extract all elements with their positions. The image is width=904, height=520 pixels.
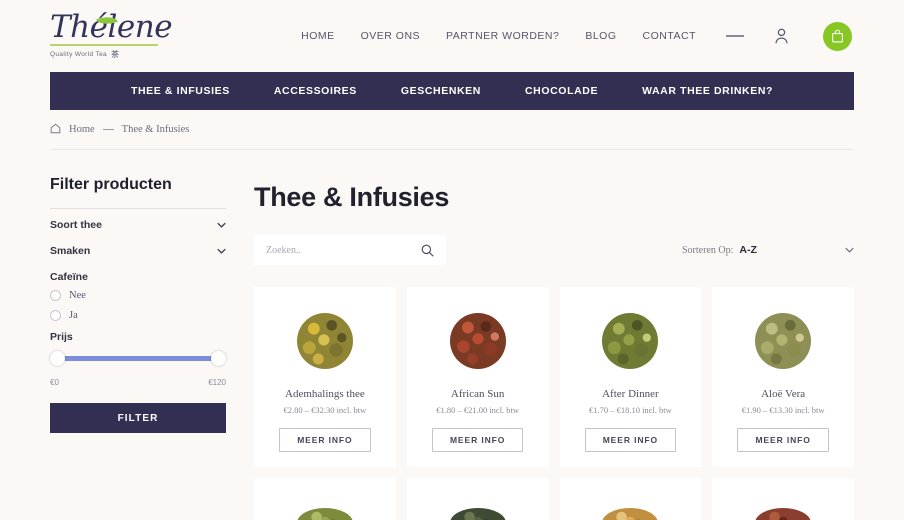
sort-dropdown[interactable]: Sorteren Op: A-Z — [682, 244, 854, 256]
price-slider-handle-max[interactable] — [211, 351, 226, 366]
page-title: Thee & Infusies — [254, 182, 450, 212]
filter-radio-caffeine-nee[interactable]: Nee — [50, 290, 226, 301]
product-more-info-button[interactable]: MEER INFO — [431, 428, 524, 452]
product-card[interactable]: Ademhalings thee €2.80 – €32.30 incl. bt… — [254, 287, 396, 467]
filter-radio-caffeine-nee-label: Nee — [69, 290, 86, 301]
product-listing: Thee & Infusies Sorteren Op: A-Z — [254, 176, 854, 520]
search-icon[interactable] — [421, 244, 434, 257]
listing-toolbar: Sorteren Op: A-Z — [254, 235, 854, 265]
chevron-down-icon — [217, 222, 226, 228]
product-image — [296, 508, 353, 520]
filter-dropdown-smaken[interactable]: Smaken — [50, 235, 226, 261]
top-nav-item-partner-worden[interactable]: PARTNER WORDEN? — [446, 30, 559, 42]
product-more-info-button[interactable]: MEER INFO — [584, 428, 677, 452]
top-nav-item-blog[interactable]: BLOG — [585, 30, 616, 42]
page-root: Thélene Quality World Tea 茶 HOME OVER ON… — [0, 0, 904, 520]
product-name: Aloë Vera — [761, 388, 806, 400]
user-icon[interactable] — [774, 28, 789, 44]
home-icon[interactable] — [50, 123, 61, 137]
category-nav-geschenken[interactable]: GESCHENKEN — [401, 85, 481, 97]
filter-dropdown-soort-thee[interactable]: Soort thee — [50, 209, 226, 235]
breadcrumb-home[interactable]: Home — [69, 124, 95, 135]
breadcrumb-current: Thee & Infusies — [121, 124, 190, 135]
product-price: €1.90 – €13.30 incl. btw — [741, 405, 825, 415]
product-image — [755, 313, 812, 369]
price-slider-handle-min[interactable] — [50, 351, 65, 366]
logo-cjk-char: 茶 — [111, 50, 120, 59]
radio-circle-icon — [50, 290, 61, 301]
product-card[interactable] — [712, 478, 854, 520]
top-nav-item-contact[interactable]: CONTACT — [643, 30, 696, 42]
category-nav-thee-infusies[interactable]: THEE & INFUSIES — [131, 85, 230, 97]
breadcrumb: Home Thee & Infusies — [50, 110, 854, 150]
nav-divider-dash — [726, 35, 744, 37]
filter-price-label: Prijs — [50, 331, 73, 343]
product-more-info-button[interactable]: MEER INFO — [279, 428, 371, 452]
sort-label: Sorteren Op: — [682, 244, 734, 256]
product-more-info-button[interactable]: MEER INFO — [737, 428, 829, 452]
filter-radio-caffeine-ja[interactable]: Ja — [50, 310, 226, 321]
top-nav-item-over-ons[interactable]: OVER ONS — [361, 30, 420, 42]
shopping-bag-icon[interactable] — [823, 21, 852, 51]
price-range-slider[interactable] — [50, 350, 226, 366]
product-image — [755, 508, 812, 520]
site-logo[interactable]: Thélene Quality World Tea 茶 — [50, 12, 173, 60]
logo-tagline: Quality World Tea 茶 — [50, 49, 168, 60]
sort-selected-value: A-Z — [739, 244, 757, 256]
product-image — [449, 508, 506, 520]
product-card[interactable] — [559, 478, 702, 520]
product-card[interactable]: After Dinner €1.70 – €18.10 incl. btw ME… — [559, 287, 702, 467]
product-grid: Ademhalings thee €2.80 – €32.30 incl. bt… — [254, 287, 854, 467]
product-card[interactable]: Aloë Vera €1.90 – €13.30 incl. btw MEER … — [712, 287, 854, 467]
product-card[interactable] — [406, 478, 549, 520]
filter-radio-caffeine-ja-label: Ja — [69, 310, 78, 321]
product-name: Ademhalings thee — [285, 388, 365, 400]
top-nav-item-home[interactable]: HOME — [301, 30, 335, 42]
chevron-down-icon — [217, 248, 226, 254]
product-name: After Dinner — [602, 388, 659, 400]
top-navigation: HOME OVER ONS PARTNER WORDEN? BLOG CONTA… — [301, 21, 852, 51]
logo-tagline-text: Quality World Tea — [50, 51, 108, 58]
product-name: African Sun — [450, 388, 505, 400]
product-image — [296, 313, 353, 369]
product-card[interactable]: African Sun €1.80 – €21.00 incl. btw MEE… — [406, 287, 549, 467]
search-input[interactable] — [266, 244, 421, 256]
product-image — [602, 313, 659, 369]
product-price: €2.80 – €32.30 incl. btw — [283, 405, 367, 415]
chevron-down-icon — [845, 247, 854, 253]
filter-dropdown-soort-thee-label: Soort thee — [50, 219, 102, 231]
product-price: €1.70 – €18.10 incl. btw — [588, 405, 672, 415]
product-image — [602, 508, 659, 520]
category-nav-accessoires[interactable]: ACCESSOIRES — [274, 85, 357, 97]
price-min-label: €0 — [50, 378, 59, 387]
price-max-label: €120 — [208, 378, 226, 387]
product-price: €1.80 – €21.00 incl. btw — [436, 405, 520, 415]
product-card[interactable] — [254, 478, 396, 520]
filter-sidebar-title: Filter producten — [50, 176, 226, 209]
radio-circle-icon — [50, 310, 61, 321]
site-header: Thélene Quality World Tea 茶 HOME OVER ON… — [0, 0, 904, 72]
filter-group-caffeine-label: Cafeïne — [50, 271, 88, 283]
price-slider-track — [58, 356, 218, 361]
content-area: Filter producten Soort thee Smaken Cafeï… — [0, 176, 904, 520]
product-image — [449, 313, 506, 369]
category-navigation: THEE & INFUSIES ACCESSOIRES GESCHENKEN C… — [50, 72, 854, 110]
price-range-labels: €0 €120 — [50, 378, 226, 387]
product-grid-row-2 — [254, 478, 854, 520]
product-search-box[interactable] — [254, 235, 446, 265]
filter-sidebar: Filter producten Soort thee Smaken Cafeï… — [50, 176, 226, 520]
breadcrumb-separator — [102, 129, 114, 130]
category-nav-waar-thee-drinken[interactable]: WAAR THEE DRINKEN? — [642, 85, 773, 97]
category-nav-chocolade[interactable]: CHOCOLADE — [525, 85, 598, 97]
apply-filter-button[interactable]: FILTER — [50, 403, 226, 433]
filter-dropdown-smaken-label: Smaken — [50, 245, 91, 257]
